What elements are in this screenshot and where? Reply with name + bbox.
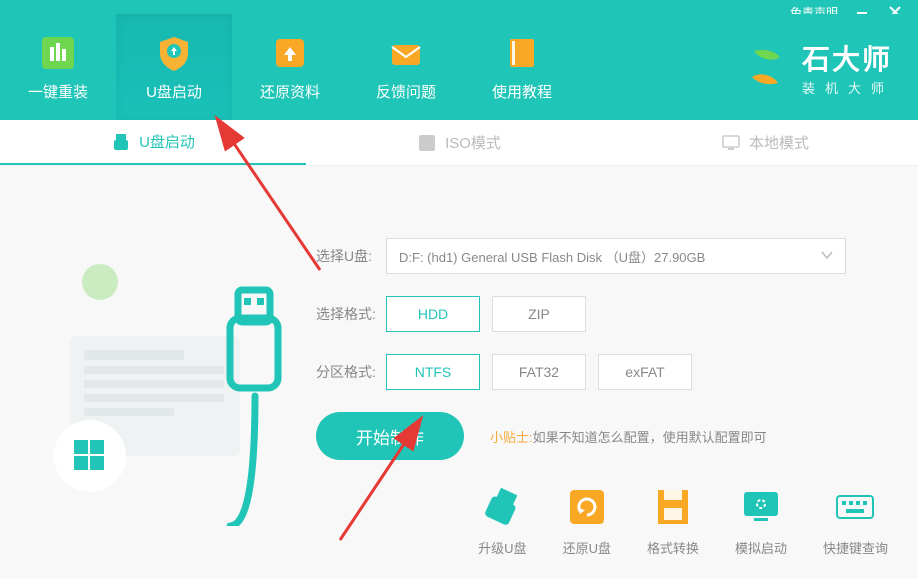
nav-restore-data[interactable]: 还原资料 xyxy=(232,14,348,120)
partition-opt-exfat[interactable]: exFAT xyxy=(598,354,692,390)
restore-icon xyxy=(566,486,608,528)
tab-label: 本地模式 xyxy=(749,132,809,153)
bottom-hotkey-lookup[interactable]: 快捷键查询 xyxy=(823,486,888,557)
nav-label: 一键重装 xyxy=(28,81,88,102)
usb-upgrade-icon xyxy=(481,486,523,528)
brand-subtitle: 装机大师 xyxy=(802,78,894,97)
bar-chart-icon xyxy=(38,33,78,73)
tab-usb-boot[interactable]: U盘启动 xyxy=(0,120,306,165)
brand-logo-icon xyxy=(742,43,790,91)
nav-label: 反馈问题 xyxy=(376,81,436,102)
bottom-upgrade-usb[interactable]: 升级U盘 xyxy=(478,486,526,557)
book-icon xyxy=(502,33,542,73)
tab-label: U盘启动 xyxy=(139,131,195,152)
nav-label: 使用教程 xyxy=(492,81,552,102)
usb-illustration xyxy=(30,226,280,506)
bottom-label: 还原U盘 xyxy=(563,538,611,557)
envelope-icon xyxy=(386,33,426,73)
mode-tabs: U盘启动 ISO模式 本地模式 xyxy=(0,120,918,166)
usb-icon xyxy=(111,132,131,152)
partition-opt-ntfs[interactable]: NTFS xyxy=(386,354,480,390)
tab-label: ISO模式 xyxy=(445,132,501,153)
tip-text: 小贴士:如果不知道怎么配置，使用默认配置即可 xyxy=(490,427,767,446)
bottom-restore-usb[interactable]: 还原U盘 xyxy=(563,486,611,557)
chevron-down-icon xyxy=(821,249,833,264)
nav-tutorial[interactable]: 使用教程 xyxy=(464,14,580,120)
disk-select-label: 选择U盘: xyxy=(316,246,386,266)
nav-usb-boot[interactable]: U盘启动 xyxy=(116,14,232,120)
tab-local-mode[interactable]: 本地模式 xyxy=(612,120,918,165)
tab-iso-mode[interactable]: ISO模式 xyxy=(306,120,612,165)
nav-one-click-reinstall[interactable]: 一键重装 xyxy=(0,14,116,120)
bottom-convert-format[interactable]: 格式转换 xyxy=(647,486,699,557)
bottom-label: 模拟启动 xyxy=(735,538,787,557)
nav-label: 还原资料 xyxy=(260,81,320,102)
brand: 石大师 装机大师 xyxy=(742,14,894,120)
tip-label: 小贴士: xyxy=(490,430,533,445)
header: 一键重装 U盘启动 还原资料 反馈问题 使用教程 xyxy=(0,14,918,120)
usb-shield-icon xyxy=(154,33,194,73)
keyboard-icon xyxy=(834,486,876,528)
partition-opt-fat32[interactable]: FAT32 xyxy=(492,354,586,390)
monitor-icon xyxy=(721,133,741,153)
bottom-label: 格式转换 xyxy=(647,538,699,557)
disk-select[interactable]: D:F: (hd1) General USB Flash Disk （U盘）27… xyxy=(386,238,846,274)
disk-select-value: D:F: (hd1) General USB Flash Disk （U盘）27… xyxy=(399,247,705,266)
brand-title: 石大师 xyxy=(802,38,894,78)
floppy-icon xyxy=(652,486,694,528)
bottom-label: 快捷键查询 xyxy=(823,538,888,557)
iso-icon xyxy=(417,133,437,153)
nav-label: U盘启动 xyxy=(146,81,202,102)
bottom-label: 升级U盘 xyxy=(478,538,526,557)
start-create-button[interactable]: 开始制作 xyxy=(316,412,464,460)
bottom-simulate-boot[interactable]: 模拟启动 xyxy=(735,486,787,557)
upload-box-icon xyxy=(270,33,310,73)
monitor-play-icon xyxy=(740,486,782,528)
partition-label: 分区格式: xyxy=(316,362,386,382)
format-opt-hdd[interactable]: HDD xyxy=(386,296,480,332)
format-opt-zip[interactable]: ZIP xyxy=(492,296,586,332)
nav-feedback[interactable]: 反馈问题 xyxy=(348,14,464,120)
format-label: 选择格式: xyxy=(316,304,386,324)
